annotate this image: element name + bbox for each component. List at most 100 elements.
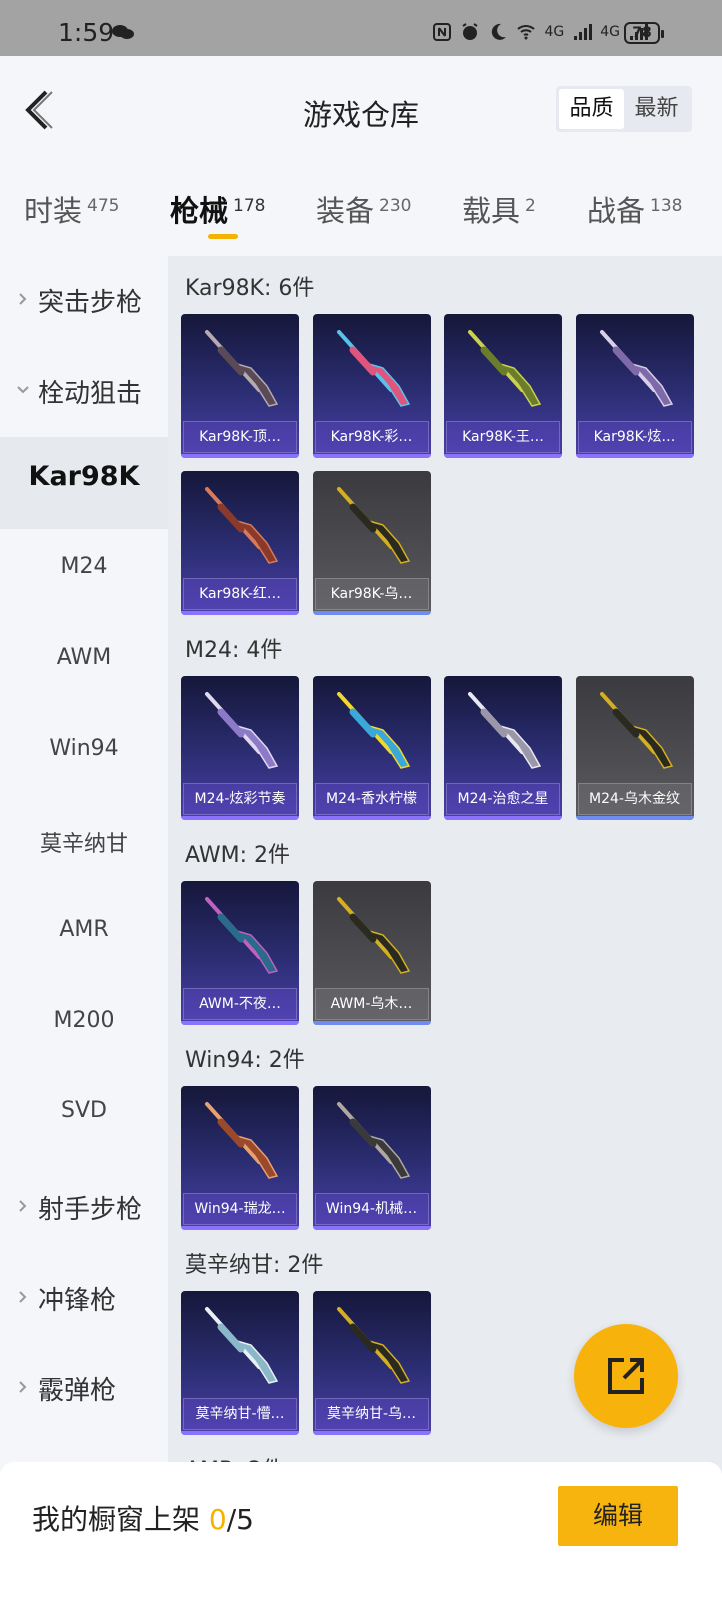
- rifle-icon: [336, 487, 410, 564]
- rifle-icon: [205, 1102, 279, 1179]
- sidebar-item-label: 射手步枪: [38, 1195, 143, 1225]
- sidebar-item[interactable]: 莫辛纳甘: [0, 800, 168, 892]
- rarity-bar: [312, 611, 431, 615]
- rarity-bar: [181, 611, 299, 615]
- tab-fashion[interactable]: 时装 475: [24, 188, 119, 230]
- showcase-current: 0: [208, 1503, 227, 1536]
- sort-quality-button[interactable]: 品质: [559, 89, 624, 129]
- showcase-status: 我的橱窗上架 0/5: [32, 1498, 254, 1538]
- sidebar-item[interactable]: 栓动狙击: [0, 347, 168, 439]
- weapon-card-name: Kar98K-顶…: [183, 421, 297, 453]
- tab-supplies[interactable]: 战备 138: [587, 188, 682, 230]
- weapon-card[interactable]: Win94-瑞龙…: [181, 1086, 299, 1230]
- showcase-footer: 我的橱窗上架 0/5 编辑: [0, 1462, 722, 1600]
- chevron-right-icon: [19, 1381, 27, 1394]
- moon-icon: [492, 23, 507, 40]
- weapon-card[interactable]: Kar98K-王…: [444, 314, 562, 458]
- sidebar-item-label: Win94: [49, 735, 119, 761]
- rarity-bar: [312, 1431, 431, 1435]
- weapon-card[interactable]: Kar98K-彩…: [312, 314, 431, 458]
- chevron-right-icon: [19, 1200, 27, 1212]
- weapon-card[interactable]: M24-炫彩节奏: [181, 676, 299, 820]
- edit-button[interactable]: 编辑: [558, 1486, 678, 1546]
- weapon-card[interactable]: AWM-乌木…: [312, 881, 431, 1025]
- sidebar-item[interactable]: 霰弹枪: [0, 1344, 168, 1436]
- rifle-icon: [336, 897, 410, 974]
- weapon-card[interactable]: Win94-机械…: [312, 1086, 431, 1230]
- weapon-card-name: 莫辛纳甘-乌…: [314, 1398, 429, 1430]
- tab-count: 178: [233, 196, 266, 216]
- chevron-right-icon: [19, 293, 27, 305]
- battery-icon: 78: [624, 22, 664, 44]
- weapon-card[interactable]: M24-香水柠檬: [312, 676, 431, 820]
- tab-equipment[interactable]: 装备 230: [316, 188, 411, 230]
- weapon-card[interactable]: 莫辛纳甘-懵…: [181, 1291, 299, 1435]
- sidebar-item[interactable]: Kar98K: [0, 437, 168, 530]
- share-external-icon: [608, 1358, 644, 1394]
- showcase-total: /5: [226, 1503, 254, 1536]
- back-arrow-icon[interactable]: [18, 86, 58, 134]
- rifle-icon: [468, 692, 542, 769]
- rarity-bar: [181, 1021, 299, 1025]
- weapon-card-name: M24-乌木金纹: [577, 783, 692, 815]
- tab-label: 枪械: [170, 194, 229, 228]
- tab-label: 装备: [316, 194, 375, 228]
- sidebar-item-label: 霰弹枪: [38, 1376, 117, 1407]
- tab-count: 138: [650, 196, 683, 216]
- weapon-card-name: M24-香水柠檬: [314, 783, 429, 815]
- sidebar-item-label: 冲锋枪: [38, 1285, 117, 1316]
- group-title: Kar98K: 6件: [185, 276, 315, 301]
- rarity-bar: [444, 454, 562, 458]
- sidebar-item[interactable]: AMR: [0, 891, 168, 983]
- weapon-card[interactable]: 莫辛纳甘-乌…: [312, 1291, 431, 1435]
- signal-icon: [574, 24, 593, 40]
- weapon-card-name: Kar98K-红…: [183, 578, 297, 610]
- weapon-card[interactable]: Kar98K-乌…: [312, 471, 431, 615]
- weapon-card[interactable]: Kar98K-红…: [181, 471, 299, 615]
- status-bar: 1:59 4G 4G 78: [0, 0, 722, 56]
- wechat-icon: [112, 25, 134, 39]
- sidebar-item-label: 栓动狙击: [38, 378, 143, 409]
- tab-vehicles[interactable]: 载具 2: [462, 188, 536, 230]
- weapon-card-name: Kar98K-乌…: [314, 578, 429, 610]
- tab-label: 载具: [462, 194, 521, 228]
- showcase-label: 我的橱窗上架: [32, 1503, 209, 1536]
- active-tab-indicator: [208, 234, 238, 239]
- weapon-card[interactable]: M24-治愈之星: [444, 676, 562, 820]
- weapon-card-name: 莫辛纳甘-懵…: [183, 1398, 297, 1430]
- weapon-card[interactable]: AWM-不夜…: [181, 881, 299, 1025]
- weapon-card-name: M24-炫彩节奏: [183, 783, 297, 815]
- signal-4g-label-2: 4G: [600, 24, 620, 40]
- sidebar-item-label: AMR: [59, 916, 109, 942]
- sidebar-item[interactable]: AWM: [0, 619, 168, 711]
- weapon-card[interactable]: M24-乌木金纹: [575, 676, 694, 820]
- app-root: 1:59 4G 4G 78 游戏仓库 品质 最新 时装 475 枪械 178 装备 2…: [0, 0, 722, 1600]
- alarm-icon: [462, 23, 479, 40]
- rifle-icon: [599, 692, 673, 769]
- sidebar-item[interactable]: 射手步枪: [0, 1163, 168, 1255]
- tab-count: 475: [87, 196, 120, 216]
- sidebar-item[interactable]: SVD: [0, 1072, 168, 1164]
- tab-label: 战备: [587, 194, 646, 228]
- tab-label: 时装: [24, 194, 83, 228]
- tab-weapons[interactable]: 枪械 178: [170, 188, 265, 230]
- weapon-card[interactable]: Kar98K-炫…: [575, 314, 694, 458]
- sidebar-item-label: 莫辛纳甘: [39, 832, 128, 858]
- weapon-card[interactable]: Kar98K-顶…: [181, 314, 299, 458]
- group-title: 莫辛纳甘: 2件: [185, 1253, 324, 1278]
- share-button[interactable]: [574, 1324, 678, 1428]
- sidebar-item[interactable]: Win94: [0, 710, 168, 802]
- sort-newest-button[interactable]: 最新: [624, 89, 689, 129]
- sidebar-item[interactable]: 冲锋枪: [0, 1254, 168, 1346]
- chevron-down-icon: [17, 385, 29, 394]
- chevron-right-icon: [19, 1290, 27, 1303]
- sidebar-item[interactable]: M24: [0, 528, 168, 620]
- sidebar-item[interactable]: 突击步枪: [0, 256, 168, 348]
- group-title: AWM: 2件: [185, 843, 290, 868]
- weapon-card-name: M24-治愈之星: [446, 783, 560, 815]
- weapon-card-name: Kar98K-彩…: [314, 421, 429, 453]
- weapon-card-name: Kar98K-炫…: [577, 421, 692, 453]
- sidebar-item[interactable]: M200: [0, 982, 168, 1074]
- category-tabs: 时装 475 枪械 178 装备 230 载具 2 战备 138: [0, 180, 722, 250]
- sidebar-item-label: M24: [60, 554, 108, 580]
